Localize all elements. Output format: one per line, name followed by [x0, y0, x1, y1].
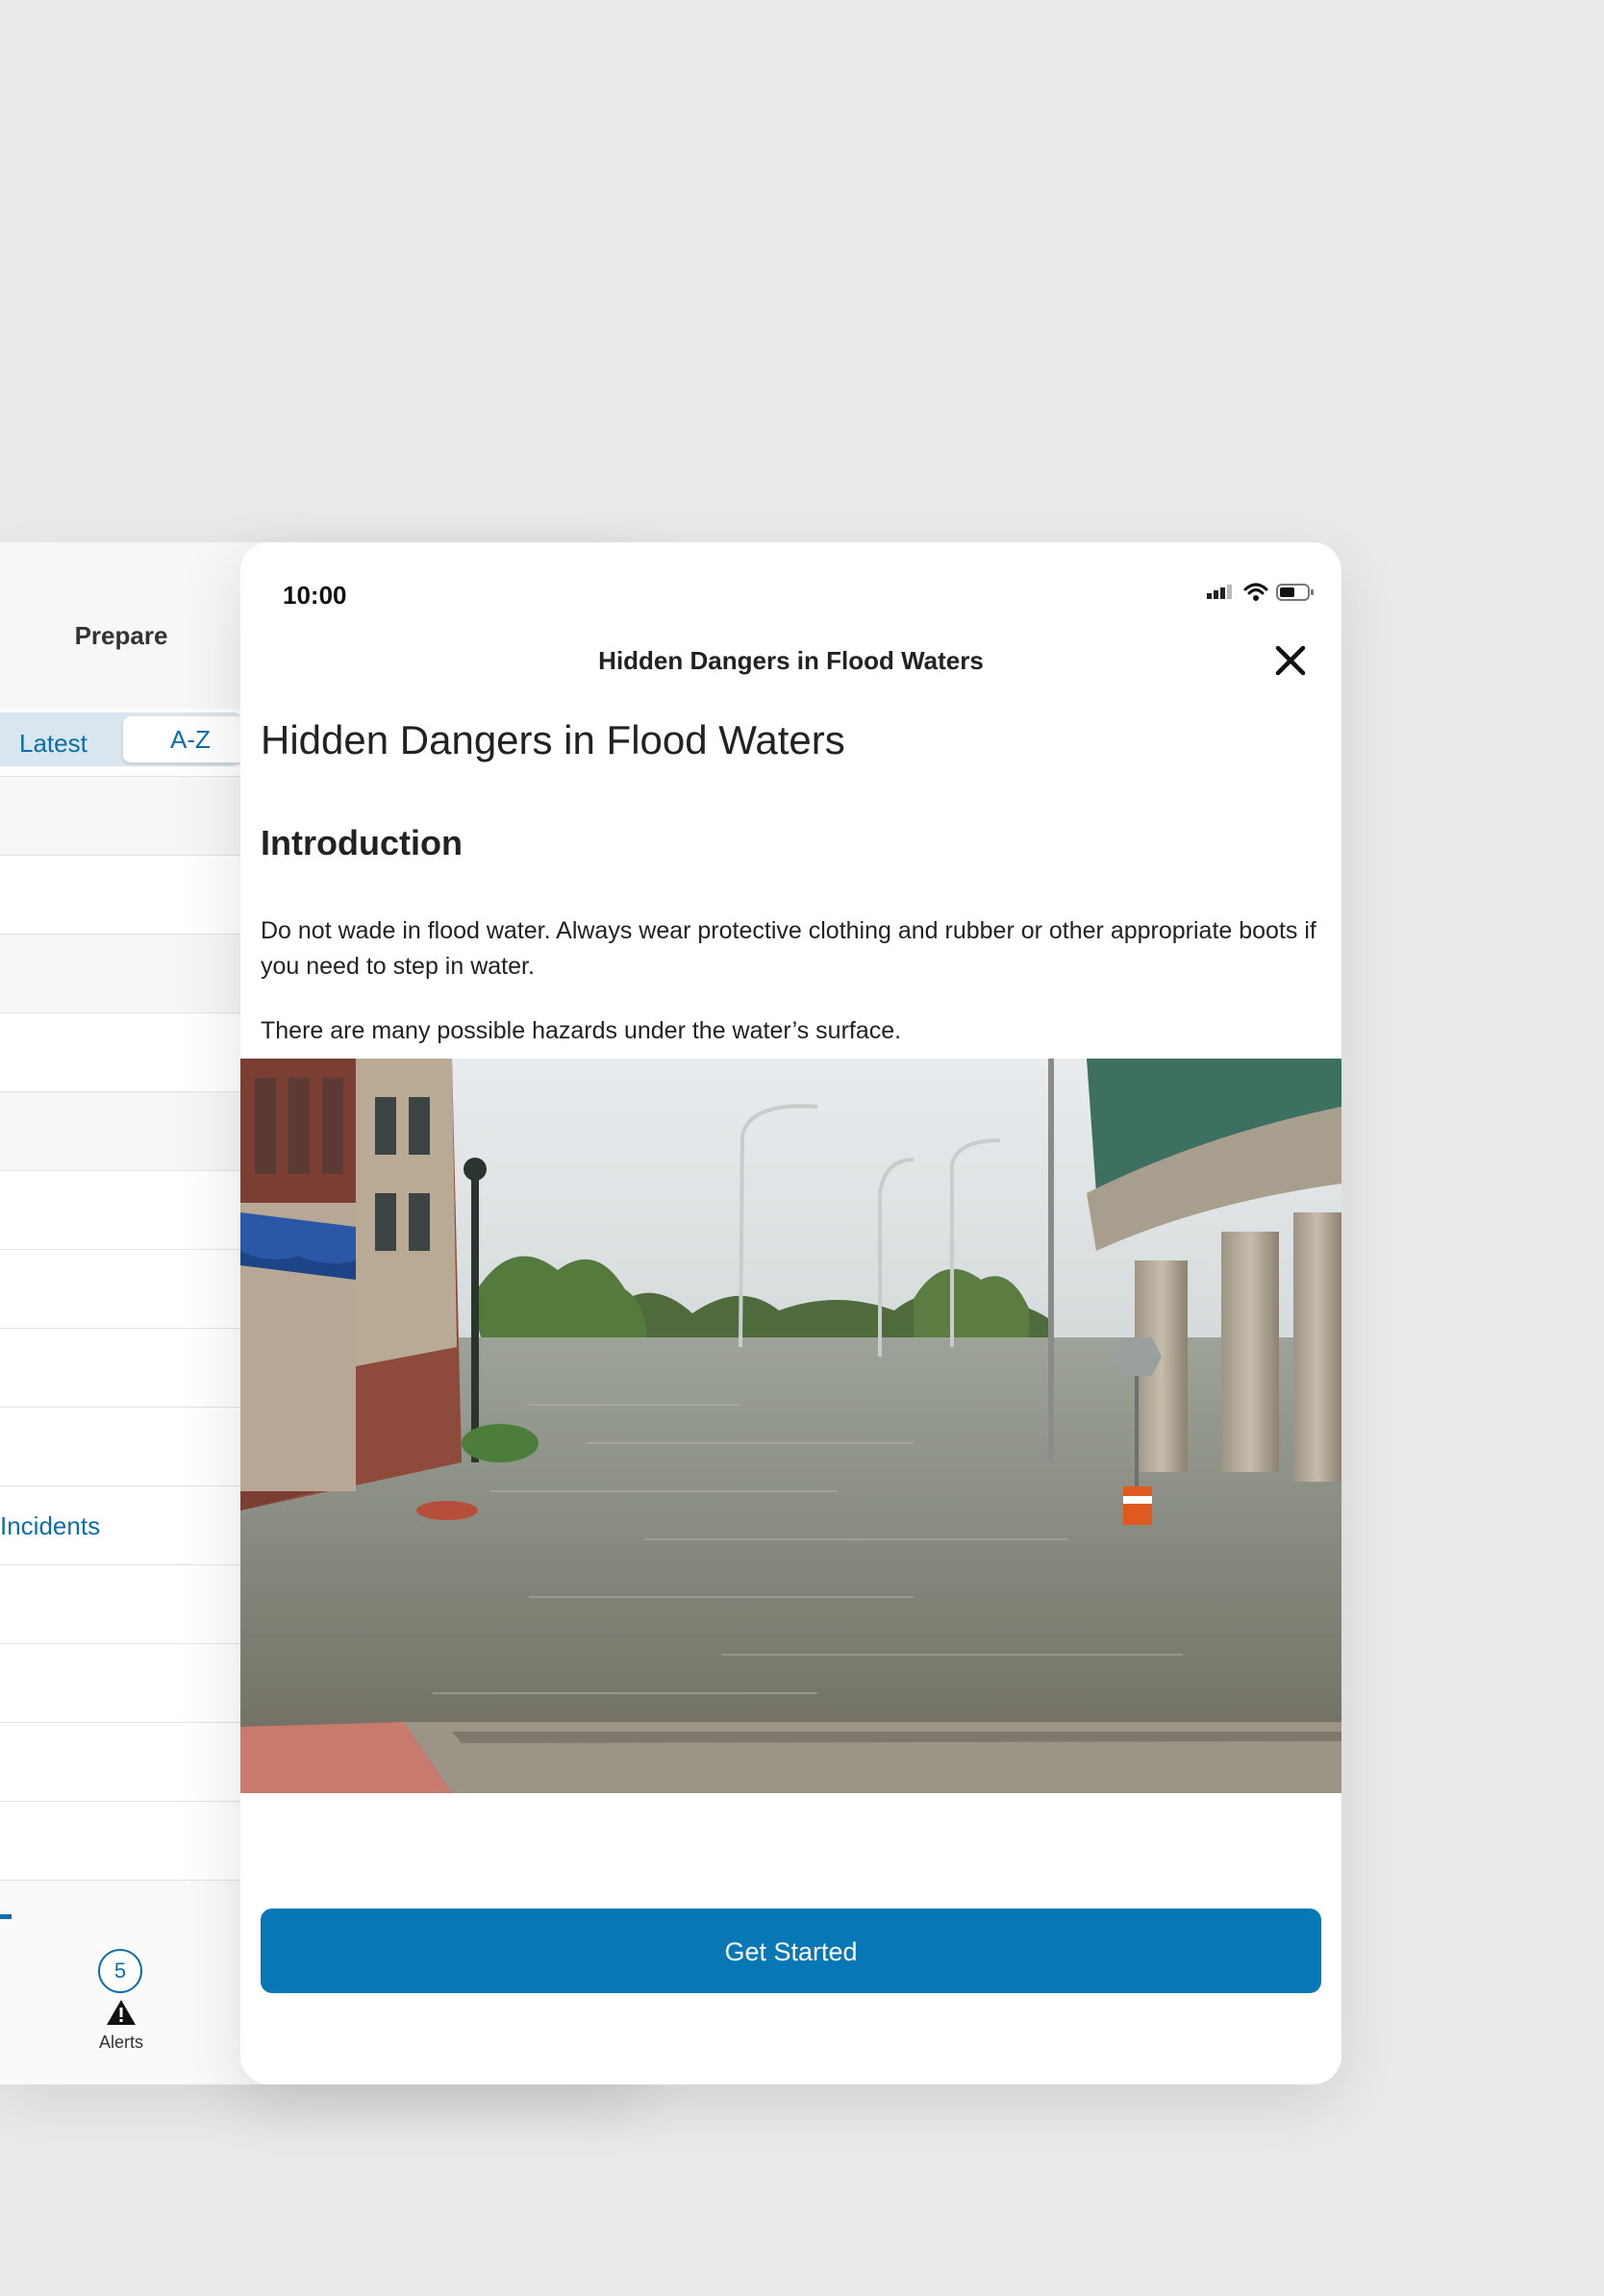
page-title: Hidden Dangers in Flood Waters	[261, 717, 845, 762]
battery-icon	[1276, 584, 1314, 601]
hazards-paragraph: There are many possible hazards under th…	[261, 1017, 902, 1044]
tab-alerts-label[interactable]: Alerts	[77, 2033, 165, 2053]
status-icons	[1207, 583, 1315, 602]
article-modal: 10:00 Hidden Dangers in Flood Waters Hid…	[240, 542, 1341, 2084]
signal-icon	[1207, 585, 1232, 599]
tab-active-indicator	[0, 1914, 12, 1919]
get-started-button[interactable]: Get Started	[261, 1909, 1321, 1993]
alerts-count-badge[interactable]: 5	[98, 1949, 142, 1993]
intro-paragraph: Do not wade in flood water. Always wear …	[261, 917, 1316, 980]
prepare-title: Prepare	[74, 621, 168, 650]
flood-photo	[240, 1059, 1341, 1793]
status-time: 10:00	[283, 581, 347, 610]
close-icon[interactable]	[1271, 641, 1310, 680]
nav-title: Hidden Dangers in Flood Waters	[598, 646, 984, 675]
section-title: Introduction	[261, 823, 463, 862]
wifi-icon	[1243, 583, 1268, 601]
list-item-label: Incidents	[0, 1511, 101, 1540]
alert-triangle-icon[interactable]	[106, 1999, 137, 2026]
